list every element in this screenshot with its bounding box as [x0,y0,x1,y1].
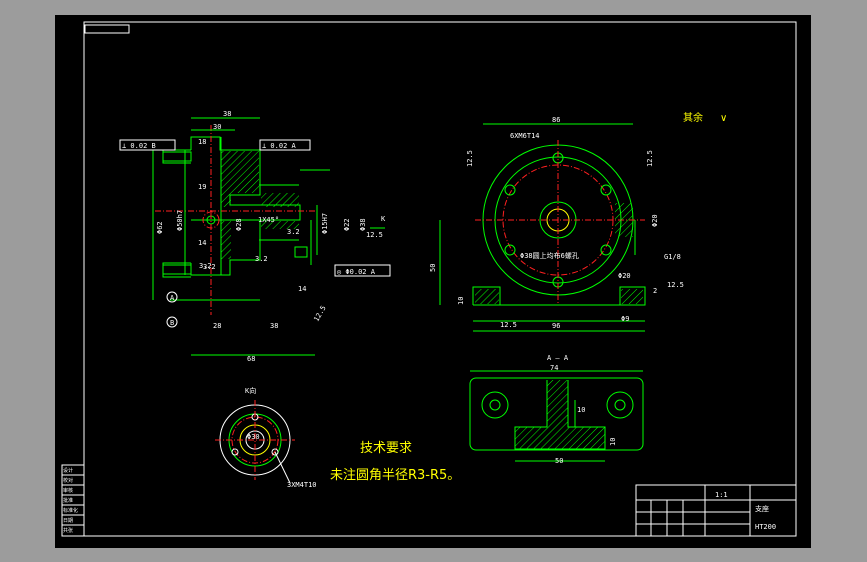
dim-phi38: Φ38 [359,218,367,231]
k-view-phi30: Φ30 [247,433,260,441]
datum-b: B [170,319,174,327]
side-g18: G1/8 [664,253,681,261]
side-table-text: 设计校对审核批准标准化日期共张 [63,467,78,534]
side-table-cell: 设计 [63,467,73,474]
corner-mark [84,24,130,34]
side-table-cell: 审核 [63,487,73,494]
dim-phi62: Φ62 [156,221,164,234]
dim-28: 28 [213,322,221,330]
side-table-cell: 标准化 [63,507,78,514]
dim-68: 68 [247,355,255,363]
side-table-cell: 共张 [63,527,73,534]
dim-phi15: Φ15H7 [321,213,329,234]
side-holes: 6XM6T14 [510,132,540,140]
dim-14b: 14 [298,285,306,293]
section-dim-10a: 10 [577,406,585,414]
side-dim-96: 96 [552,322,560,330]
side-dim-86: 86 [552,116,560,124]
k-view [215,400,295,484]
dim-chamfer: 1X45° [258,216,279,224]
dim-3-2d: 3.2 [255,255,268,263]
k-view-holes: 3XM4T10 [287,481,317,489]
dim-3-2c: 3.2 [203,263,216,271]
dim-38b: 38 [270,322,278,330]
k-view-title: K向 [245,386,256,395]
section-aa-title: A — A [547,354,569,362]
side-dim-50: 50 [429,264,437,272]
side-table-cell: 批准 [63,497,73,504]
datum-a: A [170,294,175,302]
dim-phi50: Φ50h7 [176,210,184,231]
side-table-cell: 校对 [63,477,73,484]
dim-3-2b: 3.2 [287,228,300,236]
section-dim-74: 74 [550,364,558,372]
tol-concentric: ◎ Φ0.02 A [337,268,376,276]
side-12-5c: 12.5 [500,321,517,329]
cad-drawing: 38 30 18 19 14 3.2 Φ62 Φ50h7 Φ28 1X45° 3… [61,21,797,537]
side-12-5d: 12.5 [667,281,684,289]
side-phi9: Φ9 [621,315,629,323]
dim-phi28: Φ28 [235,218,243,231]
dim-18: 18 [198,138,206,146]
dim-38: 38 [223,110,231,118]
tol-perp-a: ⊥ 0.02 A [262,142,297,150]
dim-14a: 14 [198,239,206,247]
k-label: K [381,215,386,223]
tol-perp-b: ⊥ 0.02 B [122,142,156,150]
dim-19: 19 [198,183,206,191]
drawing-viewport: 38 30 18 19 14 3.2 Φ62 Φ50h7 Φ28 1X45° 3… [0,0,867,562]
title-material: HT200 [755,523,776,531]
front-view [119,117,391,356]
side-note: Φ38圆上均布6螺孔 [520,251,579,260]
dim-phi22: Φ22 [343,218,351,231]
side-phi20a: Φ20 [651,214,659,227]
side-dim-2: 2 [653,287,657,295]
tech-line1: 未注圆角半径R3-R5。 [330,468,460,483]
dim-12-5b: 12.5 [312,304,327,323]
dim-12-5a: 12.5 [366,231,383,239]
title-part-name: 支座 [755,504,769,513]
section-aa-view [469,370,644,462]
side-phi20b: Φ20 [618,272,631,280]
drawing-sheet: 38 30 18 19 14 3.2 Φ62 Φ50h7 Φ28 1X45° 3… [55,15,811,548]
section-dim-10b: 10 [609,438,617,446]
roughness-symbol: ∨ [720,113,727,124]
side-12-5a: 12.5 [466,150,474,167]
section-dim-50: 50 [555,457,563,465]
dim-30: 30 [213,123,221,131]
roughness-label: 其余 [683,111,703,124]
side-table-cell: 日期 [63,518,73,524]
side-dim-10: 10 [457,297,465,305]
title-scale: 1:1 [715,491,728,499]
tech-title: 技术要求 [360,441,412,456]
side-12-5b: 12.5 [646,150,654,167]
